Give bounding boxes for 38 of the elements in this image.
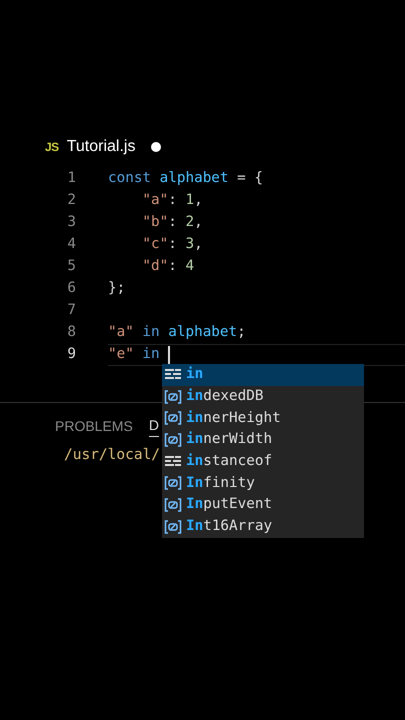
- variable-icon: [164, 520, 182, 534]
- line-number: 6: [66, 279, 76, 298]
- variable-icon: [164, 498, 182, 512]
- suggestion-item[interactable]: indexedDB: [162, 386, 364, 408]
- line-number: 5: [66, 257, 76, 276]
- text-cursor: [168, 346, 170, 364]
- js-file-icon: JS: [45, 138, 59, 156]
- line-number: 9: [66, 345, 76, 364]
- suggestion-item[interactable]: InputEvent: [162, 494, 364, 516]
- terminal-output: /usr/local/: [64, 446, 160, 465]
- code-line: "c": 3,: [141, 235, 204, 254]
- code-line: "d": 4: [141, 257, 196, 276]
- line-number: 2: [66, 191, 76, 210]
- code-line: "a": 1,: [141, 191, 204, 210]
- line-number: 8: [66, 323, 76, 342]
- variable-icon: [164, 432, 182, 447]
- line-number: 7: [66, 301, 76, 320]
- suggestion-item[interactable]: instanceof: [162, 450, 364, 472]
- line-number: 4: [66, 235, 76, 254]
- panel-tab[interactable]: PROBLEMS: [55, 415, 133, 437]
- suggestion-item[interactable]: in: [162, 364, 364, 386]
- suggestion-item[interactable]: Int16Array: [162, 516, 364, 538]
- suggestion-item[interactable]: innerWidth: [162, 429, 364, 451]
- code-line: const alphabet = {: [108, 169, 264, 188]
- code-line: "a" in alphabet;: [108, 323, 247, 342]
- variable-icon: [164, 390, 182, 404]
- code-line: "b": 2,: [141, 213, 204, 232]
- suggestion-item[interactable]: innerHeight: [162, 407, 364, 430]
- code-line: };: [108, 279, 126, 298]
- suggestion-item[interactable]: Infinity: [162, 472, 364, 494]
- keyword-icon: [164, 454, 182, 469]
- variable-icon: [164, 411, 182, 426]
- line-number: 3: [66, 213, 76, 232]
- variable-icon: [164, 476, 182, 490]
- line-number: 1: [66, 169, 76, 188]
- keyword-icon: [164, 368, 182, 382]
- panel-tab[interactable]: D: [148, 415, 159, 437]
- tab-title[interactable]: Tutorial.js: [66, 135, 136, 159]
